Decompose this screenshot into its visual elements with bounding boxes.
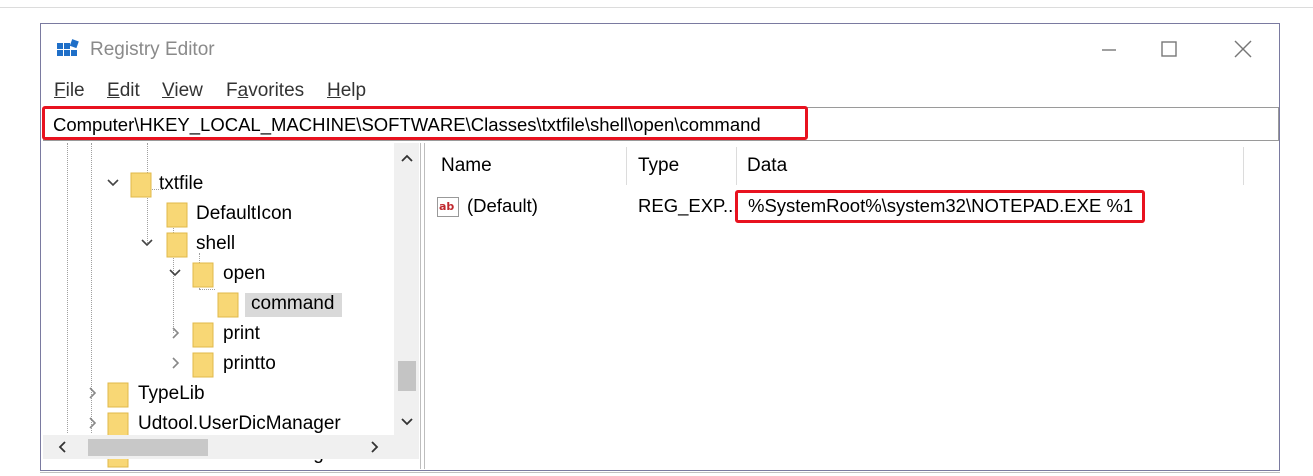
scroll-down-icon[interactable] xyxy=(400,415,414,429)
menu-view[interactable]: View xyxy=(162,80,203,102)
menu-view-label: iew xyxy=(174,80,203,101)
close-icon[interactable] xyxy=(1223,36,1263,62)
key-tree-pane[interactable]: txtfile DefaultIcon shell open command p… xyxy=(43,143,421,469)
chevron-down-icon[interactable] xyxy=(140,236,154,250)
value-type: REG_EXP... xyxy=(638,195,739,216)
column-header-data[interactable]: Data xyxy=(747,155,787,177)
folder-icon xyxy=(217,292,239,318)
chevron-right-icon[interactable] xyxy=(168,326,182,340)
string-value-icon: ab xyxy=(437,197,459,217)
scrollbar-corner xyxy=(394,435,419,459)
tree-node-label: Udtool.UserDicManager xyxy=(138,413,341,434)
registry-editor-window: Registry Editor File Edit View Favorites… xyxy=(40,23,1280,471)
data-highlight-box xyxy=(735,190,1145,223)
tree-horizontal-scroll-thumb[interactable] xyxy=(88,439,208,456)
value-name: (Default) xyxy=(467,195,538,216)
tree-horizontal-scrollbar[interactable] xyxy=(43,435,394,459)
minimize-icon[interactable] xyxy=(1089,36,1129,62)
menu-help[interactable]: Help xyxy=(327,80,366,102)
chevron-right-icon[interactable] xyxy=(85,386,99,400)
menu-bar: File Edit View Favorites Help xyxy=(41,76,1279,106)
menu-file[interactable]: File xyxy=(54,80,85,102)
page-top-divider xyxy=(0,7,1313,8)
tree-node-label: printto xyxy=(223,353,276,374)
menu-favorites[interactable]: Favorites xyxy=(226,80,304,102)
scroll-left-icon[interactable] xyxy=(55,440,69,454)
page-bottom-divider xyxy=(40,472,1280,473)
column-separator[interactable] xyxy=(736,147,737,185)
menu-help-accel: H xyxy=(327,80,341,101)
chevron-down-icon[interactable] xyxy=(106,176,120,190)
tree-node-label: TypeLib xyxy=(138,383,205,404)
tree-guide-line xyxy=(67,143,68,433)
column-header-type[interactable]: Type xyxy=(638,155,679,177)
column-separator[interactable] xyxy=(1243,147,1244,185)
tree-node-label: print xyxy=(223,323,260,344)
chevron-right-icon[interactable] xyxy=(85,416,99,430)
pane-splitter[interactable] xyxy=(424,143,425,469)
registry-editor-icon xyxy=(57,39,79,56)
window-title: Registry Editor xyxy=(90,39,215,60)
tree-node-label: txtfile xyxy=(159,173,204,194)
menu-favorites-label: vorites xyxy=(248,80,305,101)
tree-node-label: open xyxy=(223,263,266,284)
svg-text:ab: ab xyxy=(439,200,454,213)
tree-node-label: DefaultIcon xyxy=(196,203,293,224)
chevron-right-icon[interactable] xyxy=(168,356,182,370)
menu-help-label: elp xyxy=(340,80,367,101)
value-row-default[interactable]: ab (Default) REG_EXP... %SystemRoot%\sys… xyxy=(426,187,1279,223)
tree-vertical-scrollbar[interactable] xyxy=(394,143,419,435)
menu-favorites-pre: F xyxy=(226,80,238,101)
maximize-icon[interactable] xyxy=(1149,36,1189,62)
chevron-down-icon[interactable] xyxy=(168,266,182,280)
menu-favorites-accel: a xyxy=(237,80,249,101)
values-list-pane[interactable]: Name Type Data ab (Default) REG_EXP... %… xyxy=(426,143,1279,469)
tree-node-label: command xyxy=(245,293,343,317)
address-bar[interactable]: Computer\HKEY_LOCAL_MACHINE\SOFTWARE\Cla… xyxy=(42,106,1279,141)
folder-icon xyxy=(192,262,214,288)
menu-file-label: ile xyxy=(65,80,85,101)
column-header-name[interactable]: Name xyxy=(441,155,492,177)
menu-edit-label: dit xyxy=(119,80,140,101)
tree-vertical-scroll-thumb[interactable] xyxy=(398,361,416,391)
folder-icon xyxy=(166,202,188,228)
folder-icon xyxy=(130,172,152,198)
folder-icon xyxy=(107,382,129,408)
title-bar[interactable]: Registry Editor xyxy=(41,24,1279,74)
folder-icon xyxy=(166,232,188,258)
scroll-up-icon[interactable] xyxy=(400,151,414,165)
folder-icon xyxy=(192,352,214,378)
column-separator[interactable] xyxy=(626,147,627,185)
tree-node-label: shell xyxy=(196,233,236,254)
menu-edit[interactable]: Edit xyxy=(107,80,140,102)
menu-edit-accel: E xyxy=(107,80,120,101)
menu-file-accel: F xyxy=(54,80,66,101)
folder-icon xyxy=(192,322,214,348)
address-highlight-box xyxy=(42,106,808,140)
scroll-right-icon[interactable] xyxy=(368,440,382,454)
tree-guide-line xyxy=(199,289,215,290)
menu-view-accel: V xyxy=(162,80,175,101)
